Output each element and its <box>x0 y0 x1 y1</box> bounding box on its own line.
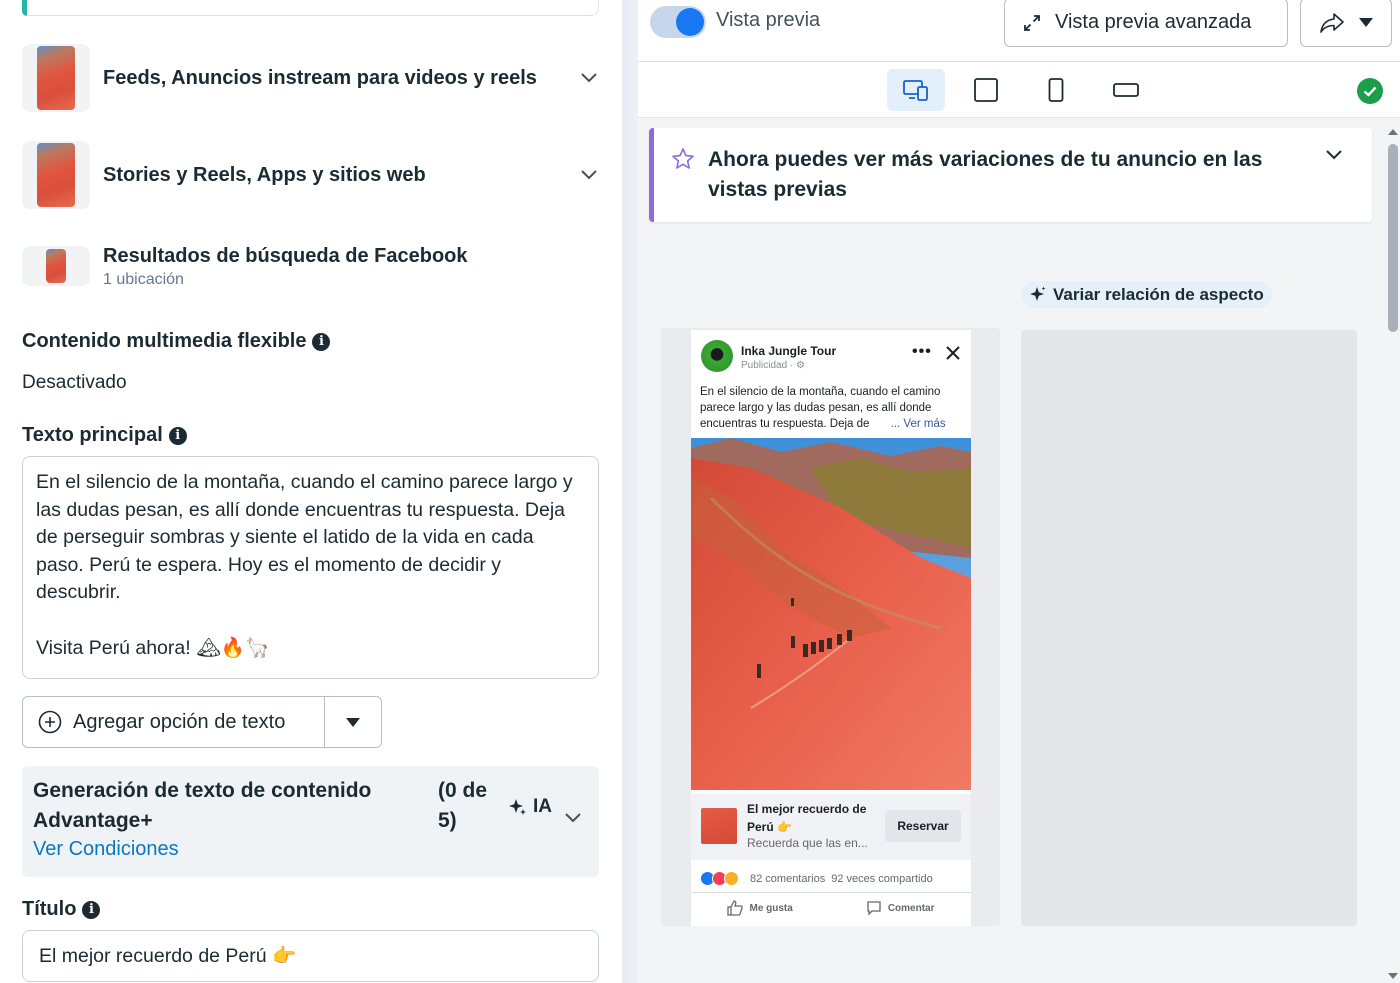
preview-toolbar: Vista previa Vista previa avanzada <box>638 0 1400 62</box>
devices-icon <box>903 80 928 101</box>
advanced-preview-button[interactable]: Vista previa avanzada <box>1004 0 1288 47</box>
star-icon <box>672 148 694 169</box>
preview-toggle-label: Vista previa <box>716 9 821 31</box>
notice-text: Ahora puedes ver más variaciones de tu a… <box>708 148 1263 201</box>
share-button[interactable] <box>1300 0 1392 47</box>
chevron-down-icon[interactable] <box>578 164 600 186</box>
info-icon[interactable]: i <box>168 426 187 445</box>
scrollbar-thumb[interactable] <box>1388 144 1398 332</box>
terms-link[interactable]: Ver Condiciones <box>33 838 179 861</box>
sparkle-icon <box>1030 286 1046 301</box>
preview-panel: Vista previa Vista previa avanzada Ahora <box>638 0 1400 983</box>
check-circle-icon <box>1357 78 1383 104</box>
notice-accent-bar <box>649 128 654 222</box>
post-actions: Me gusta Comentar <box>691 900 971 916</box>
placement-stories[interactable]: Stories y Reels, Apps y sitios web <box>22 141 600 209</box>
thumbs-up-icon <box>727 900 744 916</box>
expand-icon <box>1024 14 1040 31</box>
devices-view-button[interactable] <box>887 69 945 111</box>
ad-setup-panel: Feeds, Anuncios instream para videos y r… <box>0 0 622 983</box>
close-icon <box>946 346 960 360</box>
post-text: En el silencio de la montaña, cuando el … <box>700 386 946 430</box>
phone-icon <box>1048 78 1064 102</box>
sponsored-label: Publicidad · ⚙ <box>741 360 805 371</box>
aspect-ratio-preview-placeholder <box>1021 330 1357 926</box>
placement-feeds[interactable]: Feeds, Anuncios instream para videos y r… <box>22 44 600 112</box>
advantage-count: (0 de 5) <box>438 779 488 832</box>
add-text-option-button-group: Agregar opción de texto <box>22 696 382 748</box>
previous-section-card <box>22 0 599 16</box>
square-view-button[interactable] <box>957 69 1015 111</box>
vary-aspect-ratio-button[interactable]: Variar relación de aspecto <box>1021 281 1272 308</box>
like-action: Me gusta <box>727 900 793 916</box>
placement-search-results[interactable]: Resultados de búsqueda de Facebook 1 ubi… <box>22 243 600 289</box>
primary-text-label: Texto principal i <box>22 424 187 447</box>
info-icon[interactable]: i <box>312 332 331 351</box>
preview-toggle[interactable] <box>650 6 706 38</box>
advantage-title: Generación de texto de contenido Advanta… <box>33 779 372 832</box>
post-cta-bar: El mejor recuerdo de Perú 👉 Recuerda que… <box>691 794 971 860</box>
page-name: Inka Jungle Tour <box>741 344 837 358</box>
vertical-view-button[interactable] <box>1027 69 1085 111</box>
info-icon[interactable]: i <box>82 900 101 919</box>
share-icon <box>1320 12 1344 33</box>
chevron-down-icon[interactable] <box>578 67 600 89</box>
add-text-dropdown-button[interactable] <box>324 697 381 747</box>
square-icon <box>974 78 998 102</box>
add-text-option-button[interactable]: Agregar opción de texto <box>23 697 324 747</box>
advantage-text-generation[interactable]: Generación de texto de contenido Advanta… <box>22 766 599 877</box>
facebook-post-preview: Inka Jungle Tour Publicidad · ⚙ ••• En e… <box>691 330 971 926</box>
reaction-icons <box>700 871 739 886</box>
post-reactions: 82 comentarios 92 veces compartido <box>700 871 933 886</box>
see-more-link: ... Ver más <box>890 418 946 430</box>
section-accent <box>22 0 27 16</box>
title-label: Título i <box>22 898 101 921</box>
shares-count: 92 veces compartido <box>831 872 933 885</box>
plus-circle-icon <box>38 710 62 734</box>
landscape-icon <box>1113 83 1139 97</box>
chevron-down-icon[interactable] <box>565 810 581 828</box>
page-avatar <box>701 340 733 372</box>
caret-down-icon <box>346 717 360 727</box>
caret-down-icon <box>1359 18 1373 27</box>
landscape-view-button[interactable] <box>1097 69 1155 111</box>
panel-divider[interactable] <box>622 0 638 983</box>
placement-thumbnail <box>22 141 90 209</box>
scroll-up-icon[interactable] <box>1388 126 1398 136</box>
flexible-media-label: Contenido multimedia flexible i <box>22 330 331 353</box>
scroll-down-icon[interactable] <box>1388 972 1398 982</box>
variations-notice[interactable]: Ahora puedes ver más variaciones de tu a… <box>649 128 1372 222</box>
placement-subtitle: 1 ubicación <box>103 271 184 288</box>
cta-subtitle: Recuerda que las en... <box>747 836 868 850</box>
ai-badge: IA <box>509 796 552 818</box>
comment-action: Comentar <box>866 900 935 916</box>
placement-thumbnail <box>22 44 90 112</box>
sparkle-icon <box>509 799 526 815</box>
title-input[interactable]: El mejor recuerdo de Perú 👉 <box>22 930 599 982</box>
more-options-icon: ••• <box>912 343 932 360</box>
flexible-media-value: Desactivado <box>22 372 127 393</box>
placement-thumbnail <box>22 246 90 286</box>
device-selector <box>638 62 1400 118</box>
preview-scrollbar[interactable] <box>1388 126 1400 983</box>
chevron-down-icon[interactable] <box>1326 150 1342 160</box>
comments-count: 82 comentarios <box>750 872 826 885</box>
cta-title: El mejor recuerdo de Perú 👉 <box>747 802 867 834</box>
book-button: Reservar <box>885 810 961 842</box>
toggle-knob <box>676 8 704 36</box>
cta-thumbnail <box>701 808 737 844</box>
placement-title: Stories y Reels, Apps y sitios web <box>103 164 426 186</box>
comment-icon <box>867 901 881 916</box>
post-image <box>691 438 971 790</box>
placement-title: Feeds, Anuncios instream para videos y r… <box>103 67 537 89</box>
primary-text-input[interactable]: En el silencio de la montaña, cuando el … <box>22 456 599 679</box>
placement-title: Resultados de búsqueda de Facebook <box>103 245 468 267</box>
feed-preview-card: Inka Jungle Tour Publicidad · ⚙ ••• En e… <box>661 328 1000 926</box>
